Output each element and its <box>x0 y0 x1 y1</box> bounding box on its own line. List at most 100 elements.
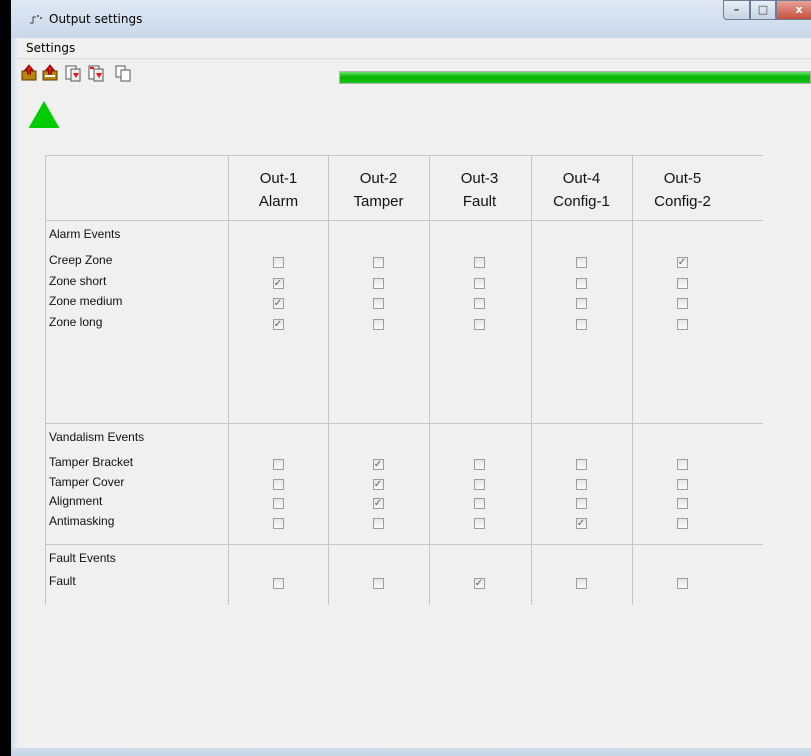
section-divider <box>45 423 763 424</box>
checkbox-out-2[interactable]: ✓ <box>372 498 384 509</box>
green-triangle-icon <box>28 101 60 129</box>
row-label: Zone long <box>49 315 103 329</box>
checkbox-out-3[interactable] <box>473 278 485 289</box>
checkbox-out-3[interactable]: ✓ <box>473 578 485 589</box>
checkbox-out-1[interactable] <box>272 479 284 490</box>
menu-settings[interactable]: Settings <box>26 41 75 55</box>
checkbox-out-2[interactable]: ✓ <box>372 479 384 490</box>
checkbox-out-3[interactable] <box>473 518 485 529</box>
column-header-name: Out-5 <box>663 170 702 187</box>
row-label: Tamper Cover <box>49 475 125 489</box>
progress-fill <box>340 72 810 83</box>
checkbox-out-2[interactable] <box>372 298 384 309</box>
window-bottom-border <box>11 748 811 756</box>
checkbox-out-5[interactable] <box>676 278 688 289</box>
column-header-out-5: Out-5 Config-2 <box>632 167 733 213</box>
checkbox-out-2[interactable]: ✓ <box>372 459 384 470</box>
checkbox-out-3[interactable] <box>473 319 485 330</box>
checkbox-out-4[interactable] <box>575 319 587 330</box>
section-title-vandalism-events: Vandalism Events <box>49 430 145 444</box>
column-header-out-2: Out-2 Tamper <box>328 167 429 213</box>
row-label: Fault <box>49 574 76 588</box>
checkbox-out-3[interactable] <box>473 479 485 490</box>
header-top-border <box>45 155 763 156</box>
column-header-out-4: Out-4 Config-1 <box>531 167 632 213</box>
column-header-function: Config-2 <box>654 193 711 210</box>
column-header-out-1: Out-1 Alarm <box>228 167 329 213</box>
window-title: Output settings <box>49 12 143 26</box>
checkbox-out-1[interactable]: ✓ <box>272 298 284 309</box>
title-bar[interactable]: Output settings – □ x <box>11 0 811 38</box>
checkbox-out-1[interactable]: ✓ <box>272 319 284 330</box>
section-divider <box>45 544 763 545</box>
minimize-icon: – <box>733 3 740 16</box>
progress-bar <box>339 71 811 84</box>
column-header-function: Config-1 <box>553 193 610 210</box>
import-all-icon[interactable] <box>87 64 105 82</box>
checkbox-out-3[interactable] <box>473 459 485 470</box>
checkbox-out-1[interactable] <box>272 257 284 268</box>
checkbox-out-5[interactable] <box>676 298 688 309</box>
column-header-function: Tamper <box>353 193 404 210</box>
checkbox-out-4[interactable]: ✓ <box>575 518 587 529</box>
copy-icon[interactable] <box>114 64 132 82</box>
import-icon[interactable] <box>64 64 82 82</box>
caption-buttons: – □ x <box>723 0 811 22</box>
column-divider <box>45 155 46 605</box>
export-all-icon[interactable] <box>41 64 59 82</box>
column-header-name: Out-4 <box>562 170 601 187</box>
checkbox-out-5[interactable] <box>676 459 688 470</box>
checkbox-out-1[interactable] <box>272 578 284 589</box>
checkbox-out-4[interactable] <box>575 479 587 490</box>
checkbox-out-2[interactable] <box>372 578 384 589</box>
checkbox-out-5[interactable] <box>676 498 688 509</box>
menu-bar: Settings <box>17 38 811 59</box>
minimize-button[interactable]: – <box>723 0 750 20</box>
checkbox-out-2[interactable] <box>372 257 384 268</box>
checkbox-out-3[interactable] <box>473 298 485 309</box>
checkbox-out-5[interactable] <box>676 518 688 529</box>
column-header-name: Out-1 <box>259 170 298 187</box>
section-divider <box>45 220 763 221</box>
checkbox-out-2[interactable] <box>372 518 384 529</box>
maximize-icon: □ <box>757 3 769 16</box>
column-header-name: Out-2 <box>359 170 398 187</box>
section-title-fault-events: Fault Events <box>49 551 116 565</box>
row-label: Alignment <box>49 494 103 508</box>
export-icon[interactable] <box>20 64 38 82</box>
checkbox-out-4[interactable] <box>575 278 587 289</box>
app-icon <box>30 15 42 24</box>
checkbox-out-5[interactable] <box>676 479 688 490</box>
row-label: Zone medium <box>49 294 123 308</box>
checkbox-out-4[interactable] <box>575 298 587 309</box>
output-settings-window: Output settings – □ x Settings Out-1 Ala… <box>0 0 811 756</box>
checkbox-out-3[interactable] <box>473 498 485 509</box>
column-header-function: Fault <box>462 193 497 210</box>
close-button[interactable]: x <box>776 0 811 20</box>
checkbox-out-1[interactable] <box>272 498 284 509</box>
window-left-border <box>0 0 11 756</box>
output-matrix: Out-1 Alarm Out-2 Tamper Out-3 Fault Out-4 Conf… <box>45 155 763 605</box>
checkbox-out-5[interactable]: ✓ <box>676 257 688 268</box>
row-label: Tamper Bracket <box>49 455 134 469</box>
checkbox-out-1[interactable] <box>272 459 284 470</box>
maximize-button[interactable]: □ <box>750 0 776 20</box>
checkbox-out-2[interactable] <box>372 319 384 330</box>
column-header-out-3: Out-3 Fault <box>429 167 530 213</box>
column-header-function: Alarm <box>258 193 299 210</box>
checkbox-out-1[interactable]: ✓ <box>272 278 284 289</box>
checkbox-out-4[interactable] <box>575 498 587 509</box>
checkbox-out-5[interactable] <box>676 578 688 589</box>
column-divider <box>328 155 329 605</box>
checkbox-out-4[interactable] <box>575 459 587 470</box>
checkbox-out-4[interactable] <box>575 257 587 268</box>
column-header-name: Out-3 <box>460 170 499 187</box>
close-icon: x <box>795 3 803 16</box>
checkbox-out-3[interactable] <box>473 257 485 268</box>
column-divider <box>228 155 229 605</box>
checkbox-out-1[interactable] <box>272 518 284 529</box>
checkbox-out-4[interactable] <box>575 578 587 589</box>
checkbox-out-5[interactable] <box>676 319 688 330</box>
section-title-alarm-events: Alarm Events <box>49 227 121 241</box>
checkbox-out-2[interactable] <box>372 278 384 289</box>
